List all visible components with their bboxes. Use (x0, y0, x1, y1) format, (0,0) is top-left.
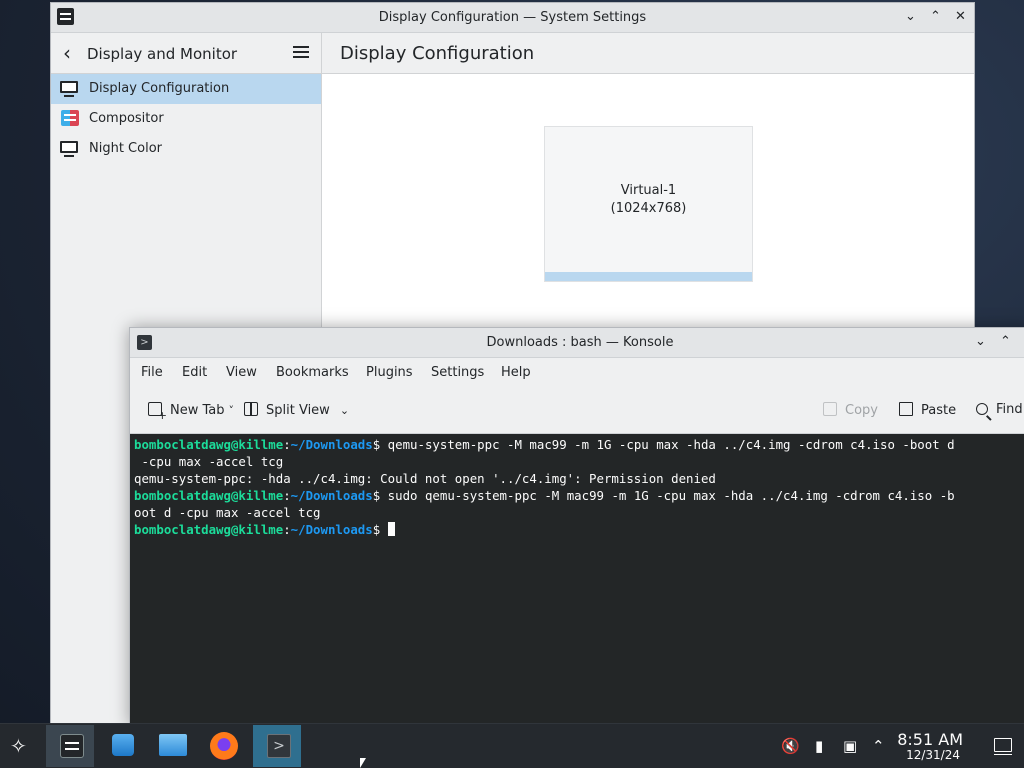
terminal-output[interactable]: bomboclatdawg@killme:~/Downloads$ qemu-s… (130, 434, 1024, 725)
page-title: Display Configuration (340, 43, 535, 64)
discover-icon (112, 734, 134, 756)
new-tab-icon (148, 402, 167, 421)
find-button[interactable]: Find (976, 402, 1023, 417)
tray-expand-icon[interactable]: ⌃ (872, 737, 885, 755)
copy-label: Copy (845, 403, 878, 418)
prompt-path: ~/Downloads (290, 522, 373, 537)
command-text: sudo qemu-system-ppc -M mac99 -m 1G -cpu… (380, 488, 955, 503)
settings-window-title: Display Configuration — System Settings (378, 10, 647, 25)
system-settings-icon (60, 734, 84, 758)
command-wrap-text: oot d -cpu max -accel tcg (134, 505, 321, 520)
clock-time[interactable]: 8:51 AM (897, 730, 963, 749)
error-message: qemu-system-ppc: -hda ../c4.img: Could n… (134, 471, 716, 486)
sidebar-header: ‹ Display and Monitor (51, 33, 321, 74)
menu-file[interactable]: File (141, 365, 163, 380)
monitor-icon (60, 81, 78, 97)
prompt-user: bomboclatdawg@killme (134, 488, 284, 503)
prompt-user: bomboclatdawg@killme (134, 437, 284, 452)
application-launcher-icon[interactable]: ✧ (10, 735, 32, 757)
paste-label: Paste (921, 403, 957, 418)
konsole-menubar: File Edit View Bookmarks Plugins Setting… (130, 358, 1024, 389)
terminal-line: bomboclatdawg@killme:~/Downloads$ qemu-s… (134, 437, 955, 452)
paste-button[interactable]: Paste (899, 402, 956, 418)
command-wrap-text: -cpu max -accel tcg (134, 454, 284, 469)
close-button[interactable]: ✕ (953, 9, 968, 24)
sidebar-heading[interactable]: Display and Monitor (87, 45, 237, 63)
menu-help[interactable]: Help (501, 365, 531, 380)
taskbar-discover[interactable] (98, 725, 146, 767)
konsole-icon: > (267, 734, 291, 758)
menu-edit[interactable]: Edit (182, 365, 207, 380)
volume-muted-icon[interactable]: 🔇 (781, 737, 800, 755)
network-icon[interactable]: ▣ (843, 737, 857, 755)
konsole-toolbar: New Tab˅ Split View ⌄ Copy Paste Find (130, 389, 1024, 434)
back-arrow-icon[interactable]: ‹ (63, 43, 71, 63)
prompt-path: ~/Downloads (290, 437, 373, 452)
taskbar-dolphin-files[interactable] (148, 725, 196, 767)
find-label: Find (996, 402, 1023, 417)
screen-resolution: (1024x768) (610, 201, 687, 216)
konsole-window-title: Downloads : bash — Konsole (486, 335, 674, 350)
sidebar-item-display-configuration[interactable]: Display Configuration (51, 74, 321, 104)
clock-date[interactable]: 12/31/24 (906, 748, 960, 762)
taskbar-firefox[interactable] (200, 725, 248, 767)
compositor-icon (61, 110, 79, 126)
menu-plugins[interactable]: Plugins (366, 365, 413, 380)
paste-icon (899, 402, 913, 416)
maximize-button[interactable]: ⌃ (928, 9, 943, 24)
split-view-label: Split View (266, 403, 330, 418)
show-desktop-icon[interactable] (994, 738, 1012, 755)
mouse-pointer-icon (360, 758, 366, 768)
sidebar-item-compositor[interactable]: Compositor (51, 104, 321, 134)
new-tab-button[interactable]: New Tab˅ (148, 402, 235, 421)
sidebar-item-label: Compositor (89, 111, 164, 126)
taskbar-konsole[interactable]: > (253, 725, 301, 767)
menu-bookmarks[interactable]: Bookmarks (276, 365, 349, 380)
menu-settings[interactable]: Settings (431, 365, 484, 380)
copy-icon (823, 402, 837, 416)
search-icon (976, 403, 988, 415)
screen-name: Virtual-1 (620, 183, 677, 198)
battery-icon[interactable]: ▮ (815, 737, 823, 755)
maximize-button[interactable]: ⌃ (998, 334, 1013, 349)
menu-view[interactable]: View (226, 365, 257, 380)
terminal-cursor (387, 522, 395, 536)
folder-icon (159, 734, 187, 756)
screen-tile-selection-bar (545, 272, 752, 281)
command-text: qemu-system-ppc -M mac99 -m 1G -cpu max … (380, 437, 955, 452)
taskbar-system-settings[interactable] (46, 725, 94, 767)
sidebar-item-label: Night Color (89, 141, 162, 156)
prompt-user: bomboclatdawg@killme (134, 522, 284, 537)
settings-titlebar[interactable]: Display Configuration — System Settings … (51, 3, 974, 33)
terminal-line: bomboclatdawg@killme:~/Downloads$ sudo q… (134, 488, 955, 503)
terminal-line: bomboclatdawg@killme:~/Downloads$ (134, 522, 395, 537)
monitor-icon (60, 141, 78, 157)
main-header: Display Configuration (322, 33, 974, 74)
sidebar-item-night-color[interactable]: Night Color (51, 134, 321, 164)
hamburger-menu-icon[interactable] (293, 46, 309, 58)
chevron-down-icon: ˅ (228, 404, 235, 417)
copy-button[interactable]: Copy (823, 402, 878, 418)
split-view-icon (244, 402, 258, 416)
settings-window-controls: ⌄ ⌃ ✕ (903, 9, 968, 24)
konsole-window: > Downloads : bash — Konsole ⌄ ⌃ ✕ File … (129, 327, 1024, 726)
chevron-down-icon[interactable]: ⌄ (340, 404, 349, 417)
screen-tile-virtual-1[interactable]: Virtual-1 (1024x768) (544, 126, 753, 282)
prompt-path: ~/Downloads (290, 488, 373, 503)
minimize-button[interactable]: ⌄ (903, 9, 918, 24)
sidebar-item-label: Display Configuration (89, 81, 230, 96)
minimize-button[interactable]: ⌄ (973, 334, 988, 349)
konsole-titlebar[interactable]: > Downloads : bash — Konsole ⌄ ⌃ ✕ (130, 328, 1024, 358)
new-tab-label: New Tab (170, 403, 225, 418)
firefox-icon (210, 732, 238, 760)
konsole-window-controls: ⌄ ⌃ ✕ (973, 334, 1024, 349)
split-view-button[interactable]: Split View ⌄ (244, 402, 349, 418)
taskbar: ✧ > 🔇 ▮ ▣ ⌃ 8:51 AM 12/31/24 (0, 723, 1024, 768)
